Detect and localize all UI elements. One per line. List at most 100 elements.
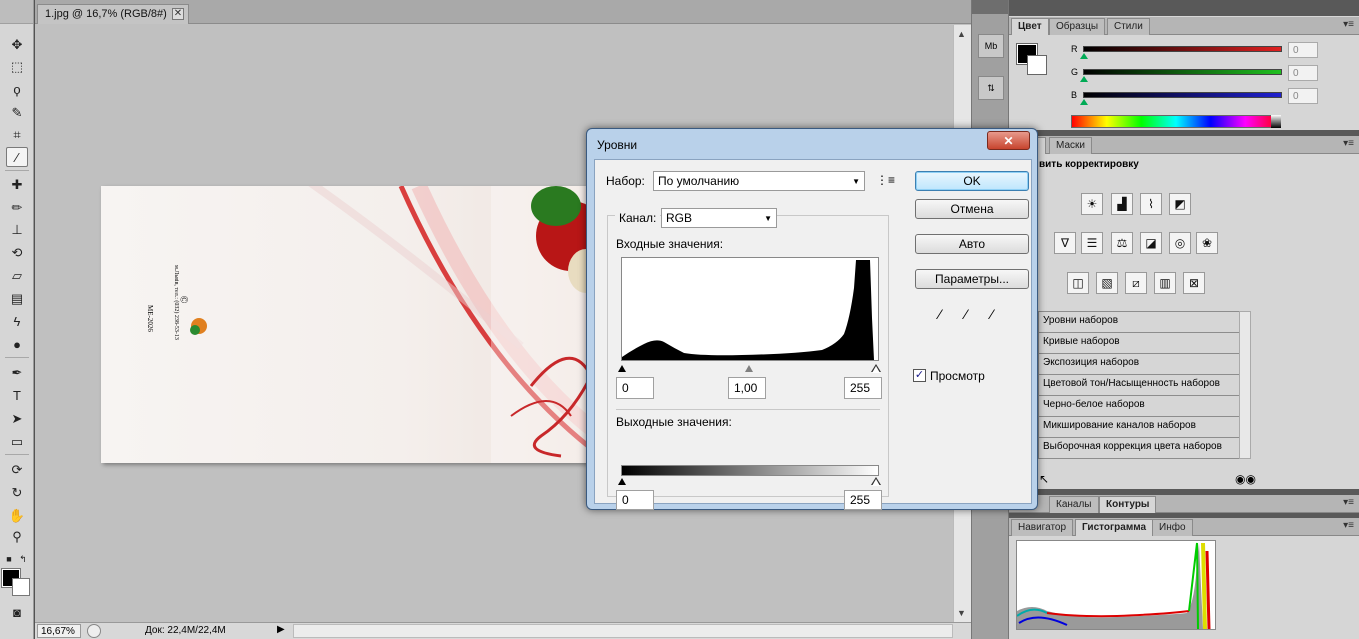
- output-black-slider-icon[interactable]: [618, 478, 626, 485]
- quick-select-icon[interactable]: ✎: [6, 102, 28, 122]
- tab-histogram[interactable]: Гистограмма: [1075, 519, 1154, 536]
- brightness-contrast-icon[interactable]: ☀: [1081, 193, 1103, 215]
- color-balance-icon[interactable]: ⚖: [1111, 232, 1133, 254]
- marquee-icon[interactable]: ⬚: [6, 56, 28, 76]
- options-button[interactable]: Параметры...: [915, 269, 1029, 289]
- posterize-icon[interactable]: ▧: [1096, 272, 1118, 294]
- red-slider-thumb[interactable]: [1080, 53, 1088, 59]
- input-black-slider-icon[interactable]: [618, 365, 626, 372]
- tab-navigator[interactable]: Навигатор: [1011, 519, 1074, 536]
- input-white-field[interactable]: 255: [844, 377, 882, 399]
- hand-icon[interactable]: ✋: [6, 505, 28, 525]
- scroll-down-icon[interactable]: ▼: [957, 608, 966, 618]
- levels-icon[interactable]: ▟: [1111, 193, 1133, 215]
- blue-slider[interactable]: [1083, 92, 1282, 98]
- tab-color[interactable]: Цвет: [1011, 18, 1049, 35]
- auto-button[interactable]: Авто: [915, 234, 1029, 254]
- preview-checkbox[interactable]: ✓: [913, 369, 926, 382]
- hue-saturation-icon[interactable]: ☰: [1081, 232, 1103, 254]
- green-value-field[interactable]: 0: [1288, 65, 1318, 81]
- preset-list-item[interactable]: Уровни наборов: [1038, 312, 1241, 333]
- swap-colors-icon[interactable]: ↰: [16, 549, 30, 569]
- 3d-orbit-icon[interactable]: ↻: [6, 482, 28, 502]
- pen-icon[interactable]: ✒: [6, 362, 28, 382]
- black-white-icon[interactable]: ◪: [1140, 232, 1162, 254]
- channel-mixer-icon[interactable]: ❀: [1196, 232, 1218, 254]
- eyedropper-icon[interactable]: ⁄: [6, 147, 28, 167]
- tools-panel-grip[interactable]: [0, 0, 33, 24]
- move-icon[interactable]: ✥: [6, 34, 28, 54]
- preset-list-item[interactable]: Экспозиция наборов: [1038, 354, 1241, 375]
- eraser-icon[interactable]: ▱: [6, 265, 28, 285]
- threshold-icon[interactable]: ⧄: [1125, 272, 1147, 294]
- panel-header[interactable]: [1009, 0, 1359, 16]
- black-point-eyedropper-icon[interactable]: ⁄: [931, 305, 949, 323]
- zoom-input[interactable]: 16,67%: [37, 624, 81, 638]
- green-slider-thumb[interactable]: [1080, 76, 1088, 82]
- spectrum-bw-strip[interactable]: [1271, 115, 1281, 128]
- vibrance-icon[interactable]: ∇: [1054, 232, 1076, 254]
- quick-mask-icon[interactable]: ◙: [6, 602, 28, 622]
- status-menu-arrow-icon[interactable]: ▶: [277, 624, 285, 635]
- channel-select[interactable]: RGB ▼: [661, 208, 777, 228]
- gray-point-eyedropper-icon[interactable]: ⁄: [957, 305, 975, 323]
- preset-list-item[interactable]: Кривые наборов: [1038, 333, 1241, 354]
- blue-slider-thumb[interactable]: [1080, 99, 1088, 105]
- history-panel-icon[interactable]: ⇅: [978, 76, 1004, 100]
- document-image[interactable]: © м.Львів, тел.: (032) 238-53-13 МЕ-2026: [101, 186, 601, 463]
- preset-list-item[interactable]: Микширование каналов наборов: [1038, 417, 1241, 438]
- dialog-close-button[interactable]: ✕: [987, 131, 1030, 150]
- close-icon[interactable]: ✕: [172, 8, 184, 20]
- gradient-icon[interactable]: ▤: [6, 288, 28, 308]
- red-value-field[interactable]: 0: [1288, 42, 1318, 58]
- default-colors-icon[interactable]: ■: [2, 549, 16, 569]
- input-gamma-field[interactable]: 1,00: [728, 377, 766, 399]
- preset-list-item[interactable]: Выборочная коррекция цвета наборов: [1038, 438, 1241, 459]
- green-slider[interactable]: [1083, 69, 1282, 75]
- preset-options-icon[interactable]: ⋮≡: [876, 173, 895, 187]
- scroll-up-icon[interactable]: ▲: [957, 29, 966, 39]
- output-black-field[interactable]: 0: [616, 490, 654, 510]
- history-brush-icon[interactable]: ⟲: [6, 242, 28, 262]
- status-info-icon[interactable]: [87, 624, 101, 638]
- preset-select[interactable]: По умолчанию ▼: [653, 171, 865, 191]
- dodge-icon[interactable]: ●: [6, 334, 28, 354]
- selective-color-icon[interactable]: ⊠: [1183, 272, 1205, 294]
- tab-styles[interactable]: Стили: [1107, 18, 1150, 35]
- shape-icon[interactable]: ▭: [6, 431, 28, 451]
- lasso-icon[interactable]: ϙ: [6, 79, 28, 99]
- type-icon[interactable]: T: [6, 385, 28, 405]
- 3d-rotate-icon[interactable]: ⟳: [6, 459, 28, 479]
- output-white-slider-icon[interactable]: [872, 479, 880, 486]
- panel-menu-icon[interactable]: ▾≡: [1343, 19, 1354, 30]
- healing-icon[interactable]: ✚: [6, 174, 28, 194]
- path-select-icon[interactable]: ➤: [6, 408, 28, 428]
- tab-info[interactable]: Инфо: [1152, 519, 1193, 536]
- ok-button[interactable]: OK: [915, 171, 1029, 191]
- background-color-swatch[interactable]: [12, 578, 30, 596]
- cancel-button[interactable]: Отмена: [915, 199, 1029, 219]
- preset-list-item[interactable]: Черно-белое наборов: [1038, 396, 1241, 417]
- input-gamma-slider-icon[interactable]: [745, 365, 753, 372]
- exposure-icon[interactable]: ◩: [1169, 193, 1191, 215]
- stamp-icon[interactable]: ⊥: [6, 219, 28, 239]
- white-point-eyedropper-icon[interactable]: ⁄: [983, 305, 1001, 323]
- blue-value-field[interactable]: 0: [1288, 88, 1318, 104]
- input-white-slider-icon[interactable]: [872, 366, 880, 373]
- brush-icon[interactable]: ✏: [6, 197, 28, 217]
- dock-header[interactable]: [972, 0, 1008, 14]
- panel-menu-icon[interactable]: ▾≡: [1343, 497, 1354, 508]
- blur-icon[interactable]: ϟ: [6, 311, 28, 331]
- document-tab[interactable]: 1.jpg @ 16,7% (RGB/8#) ✕: [37, 4, 189, 24]
- zoom-icon[interactable]: ⚲: [6, 526, 28, 546]
- photo-filter-icon[interactable]: ◎: [1169, 232, 1191, 254]
- panel-options-icon[interactable]: ◉◉: [1235, 472, 1256, 486]
- curves-icon[interactable]: ⌇: [1140, 193, 1162, 215]
- gradient-map-icon[interactable]: ▥: [1154, 272, 1176, 294]
- color-spectrum-bar[interactable]: [1071, 115, 1281, 128]
- horizontal-scrollbar[interactable]: [293, 624, 953, 638]
- tab-channels[interactable]: Каналы: [1049, 496, 1099, 513]
- invert-icon[interactable]: ◫: [1067, 272, 1089, 294]
- input-black-field[interactable]: 0: [616, 377, 654, 399]
- mini-bridge-icon[interactable]: Mb: [978, 34, 1004, 58]
